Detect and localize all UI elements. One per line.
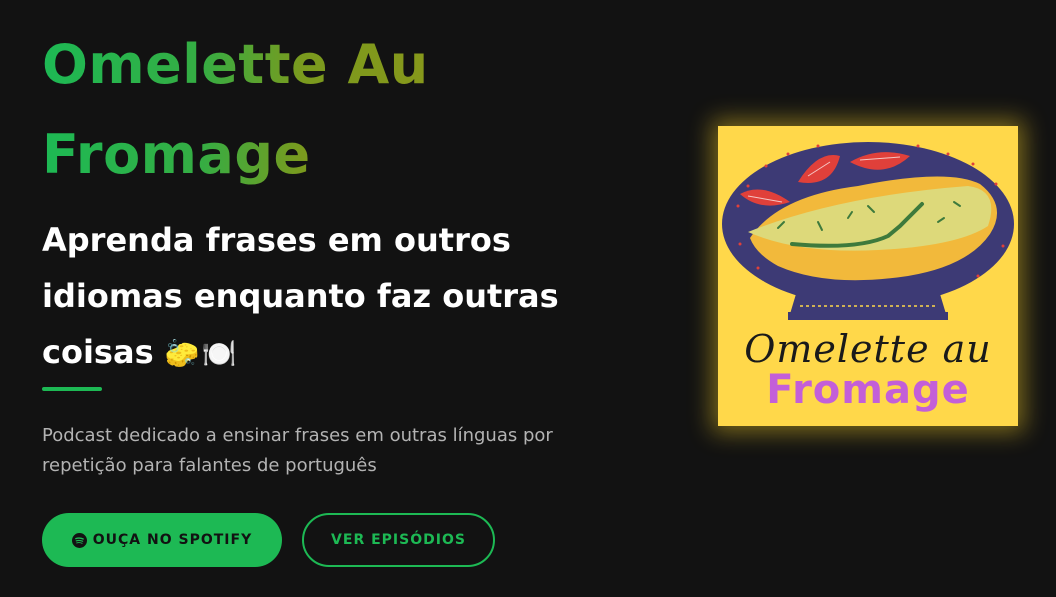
tagline-line-3: coisas 🧽🍽️ bbox=[42, 324, 642, 382]
tagline-line-3-text: coisas bbox=[42, 333, 154, 371]
sponge-plate-emoji-icon: 🧽🍽️ bbox=[164, 337, 239, 370]
description-line-1: Podcast dedicado a ensinar frases em out… bbox=[42, 425, 553, 446]
tagline-line-2: idiomas enquanto faz outras bbox=[42, 277, 559, 315]
podcast-cover-art: Omelette au Fromage bbox=[718, 126, 1018, 426]
podcast-description: Podcast dedicado a ensinar frases em out… bbox=[42, 421, 622, 481]
view-episodes-button[interactable]: VER EPISÓDIOS bbox=[302, 513, 495, 567]
spotify-icon bbox=[71, 532, 87, 548]
podcast-title-line-1: Omelette Au bbox=[42, 33, 429, 96]
listen-on-spotify-button[interactable]: OUÇA NO SPOTIFY bbox=[42, 513, 282, 567]
view-episodes-label: VER EPISÓDIOS bbox=[331, 532, 466, 548]
description-line-2: repetição para falantes de português bbox=[42, 455, 377, 476]
podcast-title: Omelette Au Fromage bbox=[42, 20, 462, 200]
cover-title-line-2: Fromage bbox=[766, 367, 970, 413]
podcast-tagline: Aprenda frases em outros idiomas enquant… bbox=[42, 212, 642, 382]
tagline-line-1: Aprenda frases em outros bbox=[42, 221, 511, 259]
podcast-title-line-2: Fromage bbox=[42, 123, 311, 186]
listen-on-spotify-label: OUÇA NO SPOTIFY bbox=[92, 532, 253, 548]
accent-divider bbox=[42, 387, 102, 391]
